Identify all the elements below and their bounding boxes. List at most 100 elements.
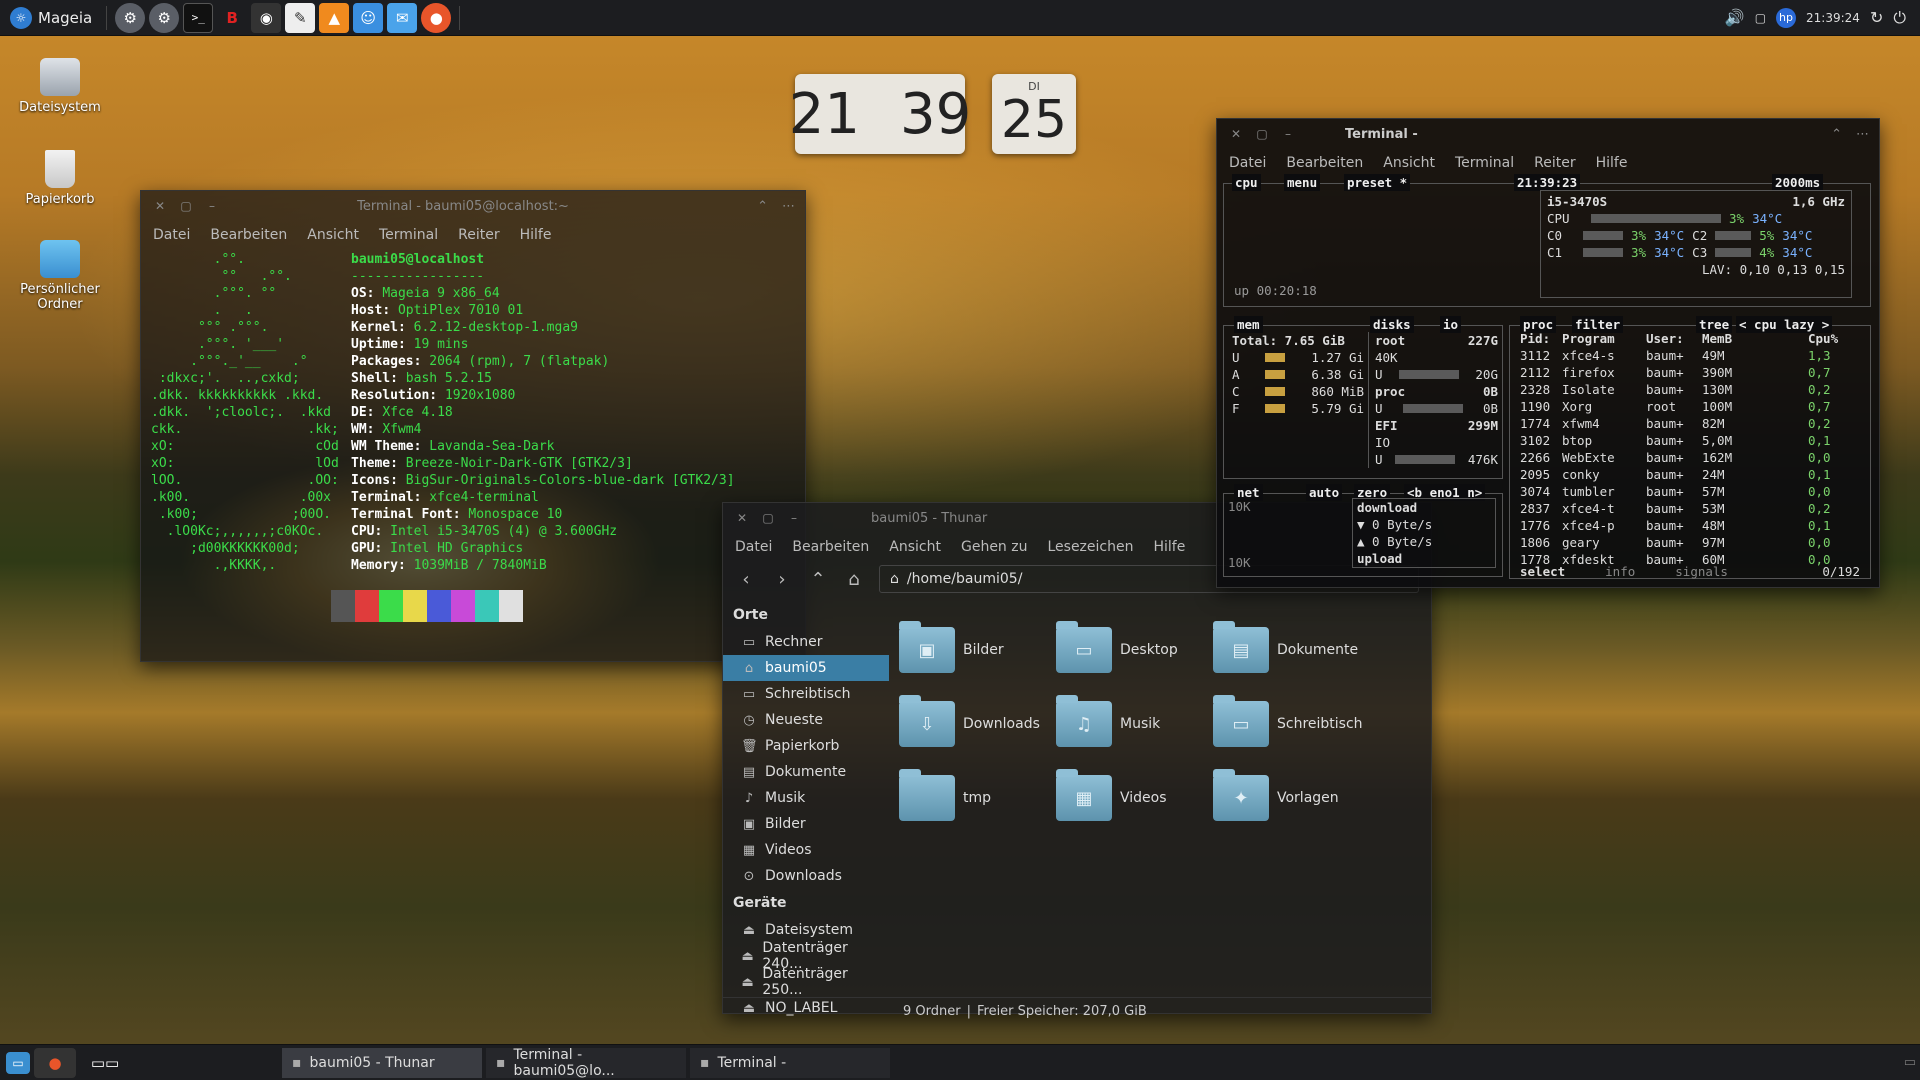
settings-alt-launcher[interactable]: ⚙	[149, 2, 180, 33]
panel-clock[interactable]: 21:39:24	[1806, 11, 1860, 25]
folder-item[interactable]: ✦ Vorlagen	[1213, 761, 1370, 835]
process-row[interactable]: 1776 xfce4-p baum+ 48M 0,1	[1510, 517, 1870, 534]
folder-item[interactable]: ▣ Bilder	[899, 613, 1056, 687]
process-table[interactable]: Pid: Program User: MemB Cpu% 3112 xfce4-s baum…	[1510, 326, 1870, 568]
folder-item[interactable]: ♫ Musik	[1056, 687, 1213, 761]
process-row[interactable]: 1806 geary baum+ 97M 0,0	[1510, 534, 1870, 551]
sidebar-item[interactable]: ▭ Schreibtisch	[723, 681, 889, 707]
menu-tab[interactable]: menu	[1284, 174, 1321, 191]
process-row[interactable]: 3112 xfce4-s baum+ 49M 1,3	[1510, 347, 1870, 364]
menu-ansicht[interactable]: Ansicht	[889, 539, 941, 555]
minimize-icon[interactable]: –	[1279, 127, 1297, 141]
folder-item[interactable]: ▭ Schreibtisch	[1213, 687, 1370, 761]
desktop-icon-home[interactable]: Persönlicher Ordner	[14, 240, 106, 312]
process-row[interactable]: 2112 firefox baum+ 390M 0,7	[1510, 364, 1870, 381]
menu-bearbeiten[interactable]: Bearbeiten	[210, 227, 287, 243]
workspace-switcher[interactable]: ▭▭	[80, 1048, 130, 1078]
desktop-icon-trash[interactable]: Papierkorb	[14, 150, 106, 207]
terminal-content[interactable]: .°°. °° .°°. .°°°. °° . . °°° .°°°. .°°°…	[141, 249, 805, 576]
process-row[interactable]: 2837 xfce4-t baum+ 53M 0,2	[1510, 500, 1870, 517]
select-label[interactable]: select	[1520, 563, 1565, 580]
sidebar-item[interactable]: ▣ Bilder	[723, 811, 889, 837]
sidebar-item[interactable]: ⏏ NO_LABEL	[723, 995, 889, 1021]
vlc-launcher[interactable]: ▲	[319, 2, 350, 33]
menu-terminal[interactable]: Terminal	[379, 227, 438, 243]
menu-terminal[interactable]: Terminal	[1455, 155, 1514, 171]
sidebar-item[interactable]: ⏏ Datenträger 250...	[723, 966, 889, 998]
signals-label[interactable]: signals	[1675, 563, 1728, 580]
menu-hilfe[interactable]: Hilfe	[520, 227, 552, 243]
process-row[interactable]: 1774 xfwm4 baum+ 82M 0,2	[1510, 415, 1870, 432]
menu-reiter[interactable]: Reiter	[458, 227, 499, 243]
window-menu-icon[interactable]: ⋯	[1856, 127, 1869, 142]
settings-launcher[interactable]: ⚙	[115, 2, 146, 33]
terminal-window-neofetch[interactable]: ✕ ▢ – Terminal - baumi05@localhost:~ ⌃ ⋯ …	[140, 190, 806, 662]
menu-lesezeichen[interactable]: Lesezeichen	[1047, 539, 1133, 555]
sidebar-item[interactable]: ♪ Musik	[723, 785, 889, 811]
window-menu-icon[interactable]: ⋯	[782, 199, 795, 214]
process-row[interactable]: 2095 conky baum+ 24M 0,1	[1510, 466, 1870, 483]
menu-hilfe[interactable]: Hilfe	[1153, 539, 1185, 555]
sidebar-item[interactable]: ◷ Neueste	[723, 707, 889, 733]
maximize-icon[interactable]: ▢	[759, 511, 777, 525]
net-auto[interactable]: auto	[1306, 484, 1343, 501]
menu-bearbeiten[interactable]: Bearbeiten	[1286, 155, 1363, 171]
folder-item[interactable]: ▭ Desktop	[1056, 613, 1213, 687]
disks-label[interactable]: disks	[1370, 316, 1414, 333]
shade-icon[interactable]: ⌃	[1831, 127, 1842, 142]
sidebar-item[interactable]: ▭ Rechner	[723, 629, 889, 655]
io-label[interactable]: io	[1440, 316, 1462, 333]
finder-launcher[interactable]: ☺	[353, 2, 384, 33]
process-row[interactable]: 1190 Xorg root 100M 0,7	[1510, 398, 1870, 415]
taskbar-button[interactable]: ▪ baumi05 - Thunar	[282, 1047, 482, 1078]
proc-filter[interactable]: filter	[1572, 316, 1624, 333]
show-desktop-button[interactable]: ●	[34, 1047, 76, 1078]
shade-icon[interactable]: ⌃	[757, 199, 768, 214]
process-row[interactable]: 2328 Isolate baum+ 130M 0,2	[1510, 381, 1870, 398]
desktop-icon-filesystem[interactable]: Dateisystem	[14, 58, 106, 115]
sidebar-item[interactable]: ▤ Dokumente	[723, 759, 889, 785]
menu-ansicht[interactable]: Ansicht	[1383, 155, 1435, 171]
minimize-icon[interactable]: –	[203, 199, 221, 213]
info-label[interactable]: info	[1605, 563, 1635, 580]
proc-sort[interactable]: < cpu lazy >	[1736, 316, 1833, 333]
minimize-icon[interactable]: –	[785, 511, 803, 525]
firefox-launcher[interactable]: ●	[421, 2, 452, 33]
sidebar-item[interactable]: ▦ Videos	[723, 837, 889, 863]
maximize-icon[interactable]: ▢	[177, 199, 195, 213]
window-titlebar[interactable]: ✕ ▢ – Terminal - ⌃ ⋯	[1217, 119, 1879, 149]
menu-ansicht[interactable]: Ansicht	[307, 227, 359, 243]
window-titlebar[interactable]: ✕ ▢ – Terminal - baumi05@localhost:~ ⌃ ⋯	[141, 191, 805, 221]
taskbar-button[interactable]: ▪ Terminal - baumi05@lo...	[486, 1047, 686, 1079]
menu-datei[interactable]: Datei	[735, 539, 772, 555]
sidebar-item[interactable]: 🗑 Papierkorb	[723, 733, 889, 759]
volume-icon[interactable]: 🔊	[1725, 8, 1745, 27]
hp-printer-icon[interactable]: hp	[1776, 7, 1797, 28]
task-manager-launcher[interactable]: B	[217, 3, 247, 33]
power-icon[interactable]: ⏻	[1893, 8, 1906, 28]
forward-icon[interactable]: ›	[771, 569, 793, 590]
mail-launcher[interactable]: ✉	[387, 2, 418, 33]
process-row[interactable]: 3102 btop baum+ 5,0M 0,1	[1510, 432, 1870, 449]
column-header[interactable]: User:	[1646, 330, 1702, 347]
preset-tab[interactable]: preset *	[1344, 174, 1411, 191]
menu-datei[interactable]: Datei	[1229, 155, 1266, 171]
folder-item[interactable]: ▤ Dokumente	[1213, 613, 1370, 687]
mem-label[interactable]: mem	[1234, 316, 1263, 333]
refresh-icon[interactable]: ↻	[1870, 8, 1883, 27]
sidebar-item[interactable]: ⌂ baumi05	[723, 655, 889, 681]
sidebar-item[interactable]: ⊙ Downloads	[723, 863, 889, 889]
folder-item[interactable]: tmp	[899, 761, 1056, 835]
file-manager-launcher[interactable]: ▭	[6, 1051, 30, 1074]
proc-tree[interactable]: tree	[1696, 316, 1733, 333]
notification-icon[interactable]: ▢	[1755, 11, 1766, 25]
menu-gehen-zu[interactable]: Gehen zu	[961, 539, 1028, 555]
menu-datei[interactable]: Datei	[153, 227, 190, 243]
home-icon[interactable]: ⌂	[843, 569, 865, 590]
folder-item[interactable]: ▦ Videos	[1056, 761, 1213, 835]
text-editor-launcher[interactable]: ✎	[285, 2, 316, 33]
applications-menu-button[interactable]: ☼ Mageia	[6, 3, 100, 33]
maximize-icon[interactable]: ▢	[1253, 127, 1271, 141]
terminal-launcher[interactable]: >_	[183, 2, 214, 33]
btop-interval[interactable]: 2000ms	[1772, 174, 1824, 191]
